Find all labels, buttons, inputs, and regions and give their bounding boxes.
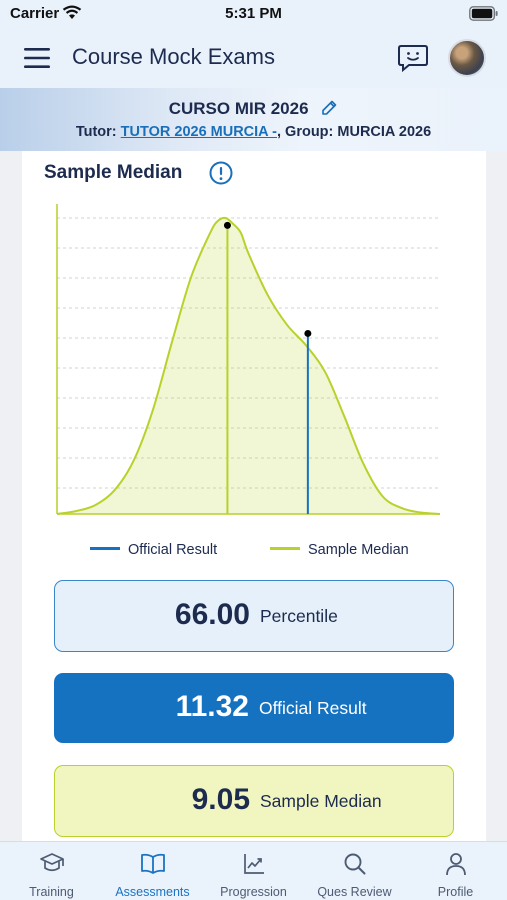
battery-icon (469, 6, 498, 21)
legend-median-swatch (270, 547, 300, 550)
tab-ques-review[interactable]: Ques Review (304, 842, 405, 900)
page-title: Course Mock Exams (72, 44, 275, 69)
percentile-label: Percentile (260, 606, 338, 626)
percentile-value: 66.00 (174, 598, 250, 631)
course-header: CURSO MIR 2026 Tutor: TUTOR 2026 MURCIA … (0, 88, 507, 151)
nav-bar: Course Mock Exams (0, 28, 507, 88)
tutor-link[interactable]: TUTOR 2026 MURCIA - (121, 124, 277, 140)
edit-icon[interactable] (321, 99, 338, 116)
legend-median-label: Sample Median (308, 542, 409, 558)
tab-progression[interactable]: Progression (203, 842, 304, 900)
status-time: 5:31 PM (225, 5, 282, 22)
trend-chart-icon (244, 854, 264, 874)
search-icon (344, 853, 366, 875)
tab-assessments-label: Assessments (115, 885, 190, 899)
legend-official-label: Official Result (128, 542, 218, 558)
tutor-prefix: Tutor: (75, 124, 121, 140)
course-title: CURSO MIR 2026 (168, 99, 309, 118)
sample-median-box: 9.05 Sample Median (54, 765, 454, 837)
tab-profile[interactable]: Profile (405, 842, 506, 900)
marker-dot-official-result (304, 329, 312, 337)
course-subtitle: Tutor: TUTOR 2026 MURCIA -, Group: MURCI… (0, 124, 507, 140)
avatar[interactable] (448, 39, 486, 77)
official-result-label: Official Result (259, 698, 367, 718)
hamburger-menu-icon[interactable] (22, 45, 52, 71)
series-area-sample-median (57, 217, 440, 514)
legend-official: Official Result (90, 542, 217, 558)
bottom-tab-bar: Training Assessments Progression Ques Re… (0, 841, 507, 900)
marker-dot-sample-median (223, 221, 231, 229)
course-title-row: CURSO MIR 2026 (0, 99, 507, 119)
person-icon (446, 853, 466, 876)
graduation-cap-icon (40, 853, 64, 872)
sample-median-card: Sample Median Official Result Sample Med… (22, 151, 486, 841)
sample-median-value: 9.05 (191, 783, 250, 816)
percentile-box: 66.00 Percentile (54, 580, 454, 652)
sample-median-label: Sample Median (260, 791, 382, 811)
official-result-value: 11.32 (175, 690, 249, 723)
tab-ques-review-label: Ques Review (317, 885, 392, 899)
tab-training[interactable]: Training (1, 842, 102, 900)
official-result-box: 11.32 Official Result (54, 673, 454, 743)
distribution-chart (56, 204, 441, 515)
legend-median: Sample Median (270, 542, 409, 558)
book-open-icon (141, 853, 165, 874)
tab-profile-label: Profile (437, 885, 474, 899)
tab-progression-label: Progression (220, 885, 287, 899)
status-bar: Carrier 5:31 PM (0, 0, 507, 28)
legend-official-swatch (90, 547, 120, 550)
chat-feedback-icon[interactable] (396, 42, 430, 74)
group-text: , Group: MURCIA 2026 (276, 124, 432, 140)
tab-training-label: Training (29, 885, 74, 899)
tab-assessments[interactable]: Assessments (102, 842, 203, 900)
